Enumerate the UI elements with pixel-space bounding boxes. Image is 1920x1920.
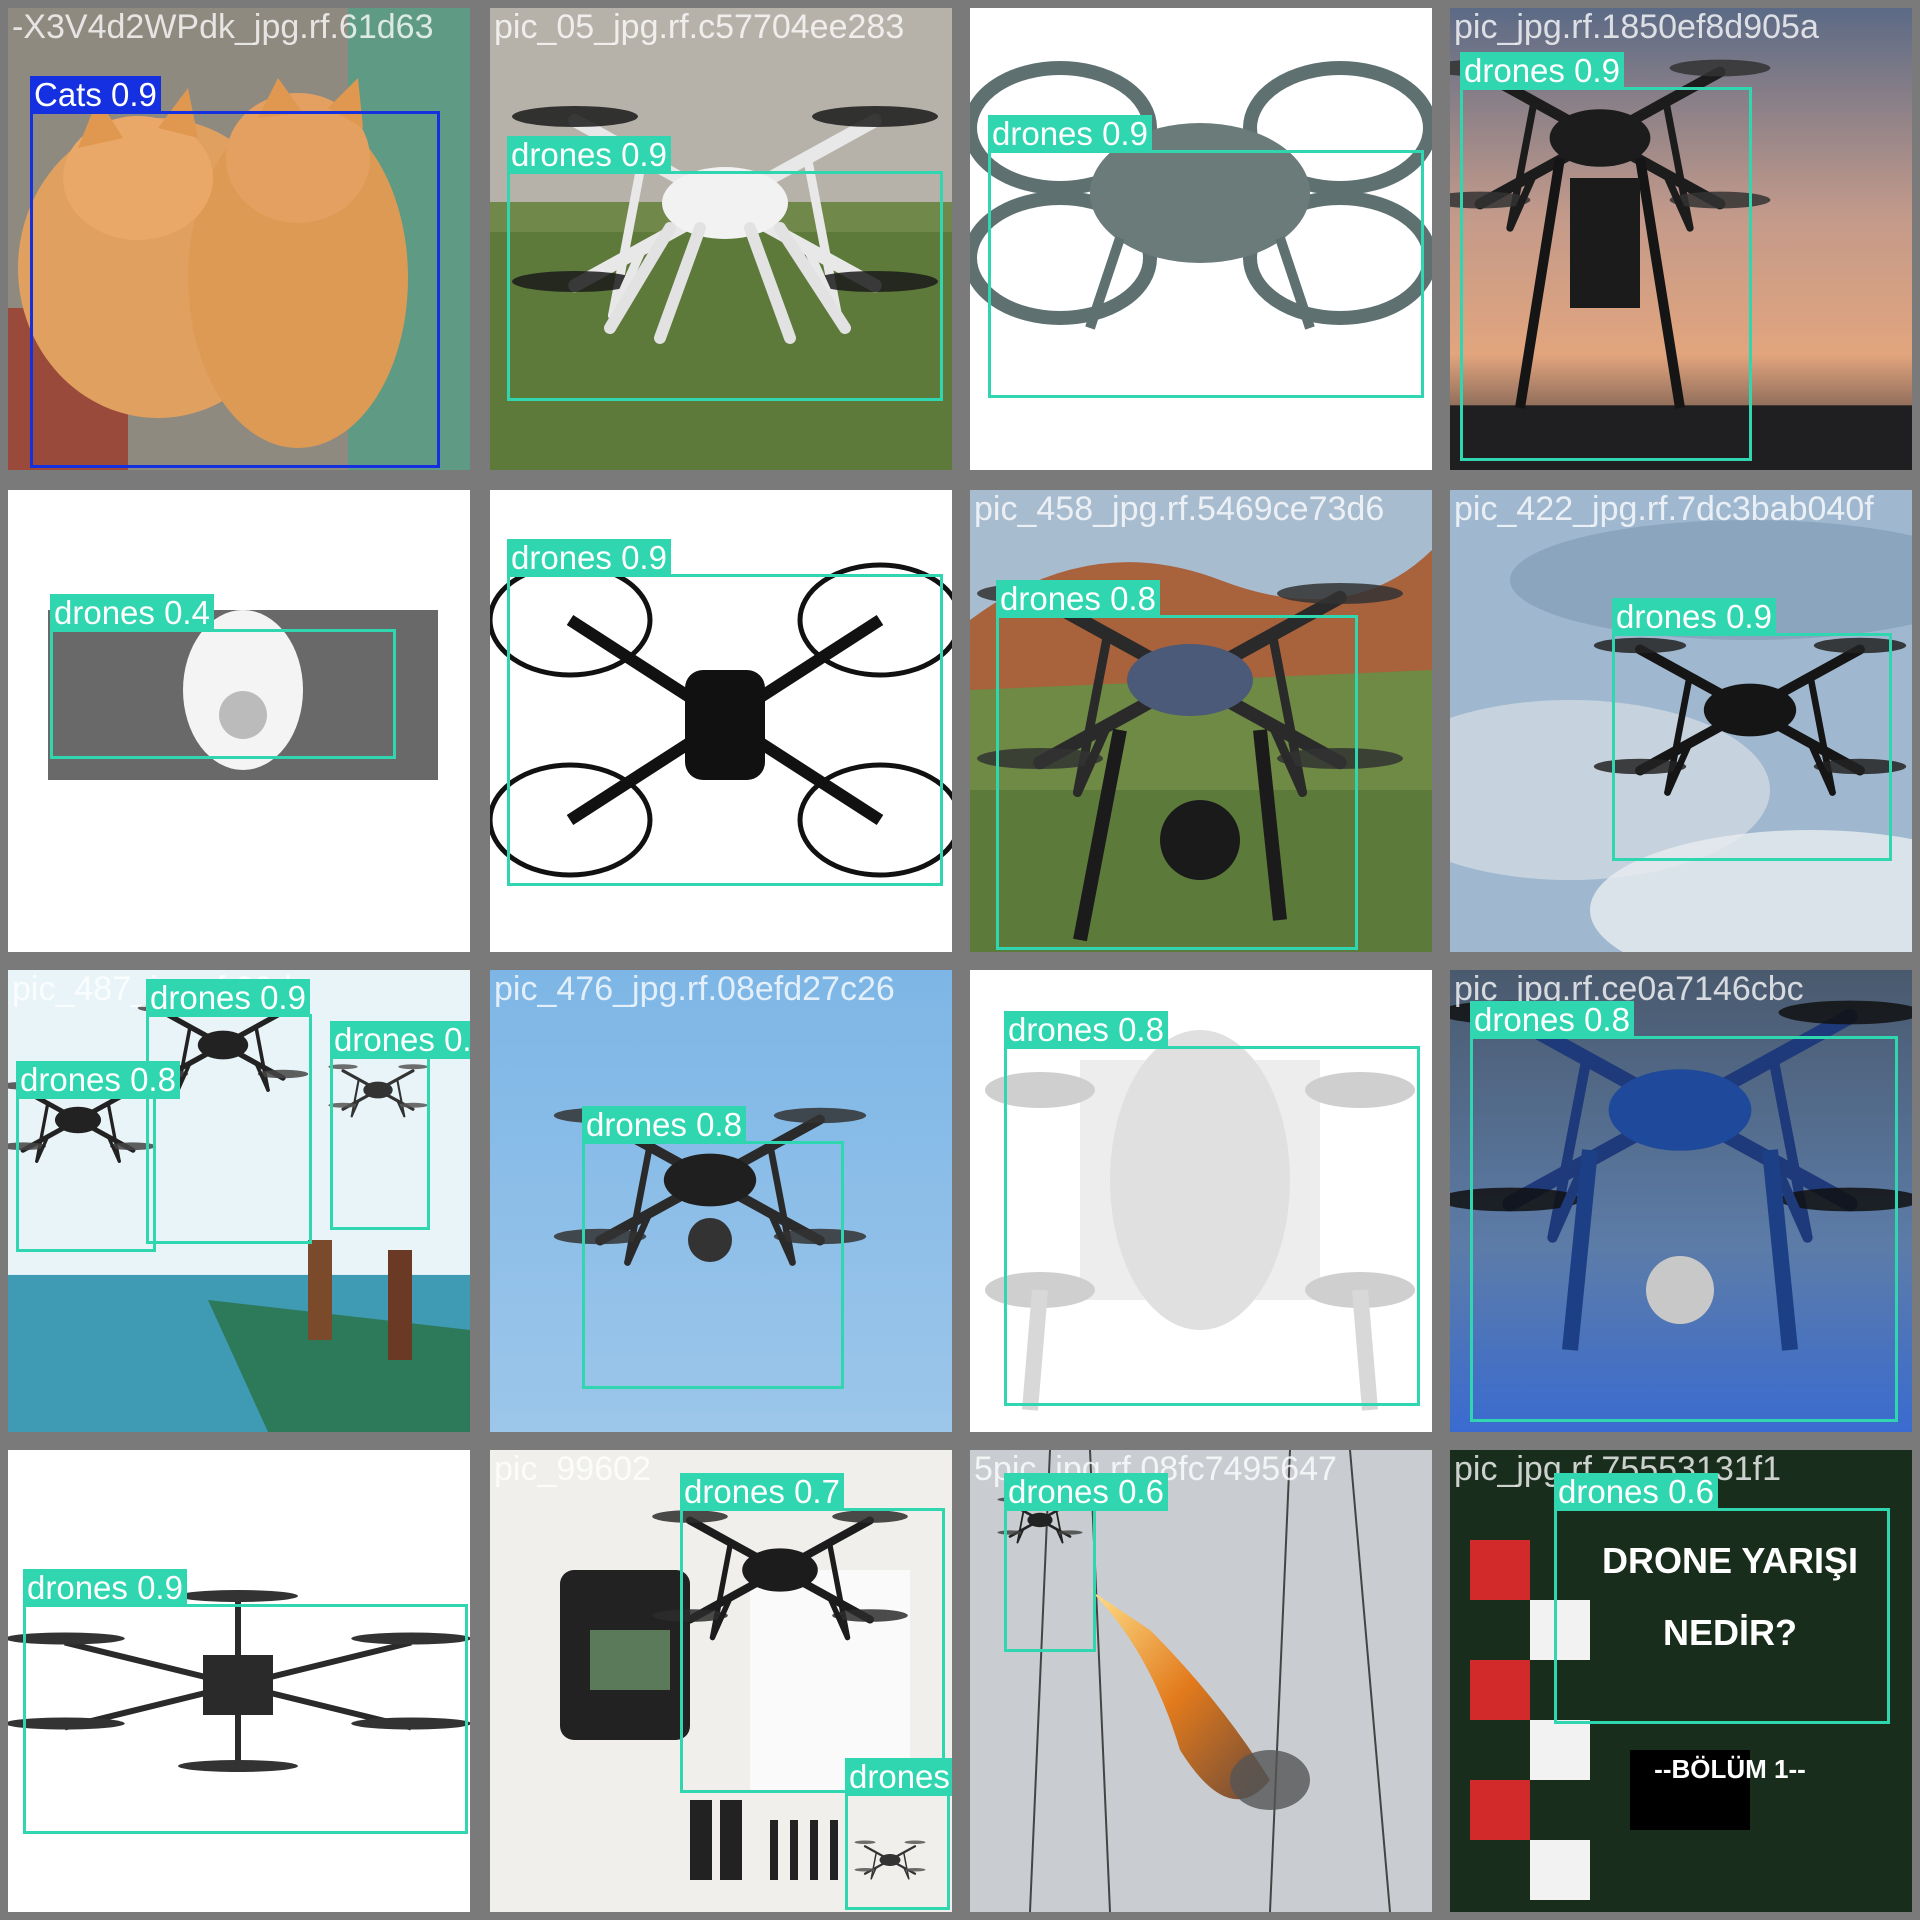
detection-box: drones 0.8	[16, 1061, 180, 1252]
tile: -X3V4d2WPdk_jpg.rf.61d63 Cats 0.9	[8, 8, 470, 470]
detection-label: Cats 0.9	[30, 76, 161, 114]
tile: 5pic_jpg.rf.08fc7495647 drones 0.6	[970, 1450, 1432, 1912]
detection-label: drones 0.7	[680, 1473, 844, 1511]
detection-label: drones 0.6	[1554, 1473, 1718, 1511]
detection-label: drones 0.9	[507, 539, 671, 577]
detection-label: drones 0.4	[50, 594, 214, 632]
detection-label: drones 0.9	[988, 115, 1152, 153]
detection-box: drones 0.9	[1612, 598, 1892, 861]
detection-box: drones 0.8	[1004, 1011, 1420, 1406]
detection-label: drones 0.9	[1460, 52, 1624, 90]
tile: pic_478a5fffa91e2782fa02 drones 0.9	[490, 490, 952, 952]
tile: pic_453_jpg.rf.c6986454a7 drones 0.9	[970, 8, 1432, 470]
detection-box: drones 0.6	[845, 1758, 952, 1910]
detection-label: drones 0.8	[1470, 1001, 1634, 1039]
tile: pic_jpg.rf.13187e650f6 drones 0.8	[970, 970, 1432, 1432]
tile: DRONE YARIŞI NEDİR? --BÖLÜM 1-- pic_jpg.rf.…	[1450, 1450, 1912, 1912]
detection-label: drones 0.9	[23, 1569, 187, 1607]
detection-label: drones 0.8	[16, 1061, 180, 1099]
tile: pic_99602drones 0.7drones 0.6	[490, 1450, 952, 1912]
tile: pic_484_jpg.rf.f3efb46525cb drones 0.9	[8, 1450, 470, 1912]
detection-box: drones 0.9	[507, 136, 943, 401]
detection-box: drones 0.6	[1004, 1473, 1168, 1652]
tile: pic_jpg.rf.1850ef8d905a drones 0.9	[1450, 8, 1912, 470]
detection-box: drones 0.8	[1470, 1001, 1898, 1422]
detection-label: drones 0.9	[1612, 598, 1776, 636]
detection-box: drones 0.9	[23, 1569, 468, 1834]
detection-box: drones 0.9	[988, 115, 1424, 398]
tile: pic_458_jpg.rf.5469ce73d6 drones 0.8	[970, 490, 1432, 952]
detection-box: drones 0.7	[680, 1473, 945, 1793]
detection-box: Cats 0.9	[30, 76, 440, 468]
detection-label: drones 0.9	[146, 979, 310, 1017]
detection-box: drones 0.9	[1460, 52, 1752, 461]
detection-label: drones 0.8	[996, 580, 1160, 618]
detection-label: drones 0.8	[1004, 1011, 1168, 1049]
tile: pic_487_jpg.rf.09ddrones 0.9drones 0.8dr…	[8, 970, 470, 1432]
detection-box: drones 0.8	[582, 1106, 844, 1389]
detection-box: drones 0.4	[50, 594, 396, 759]
detection-label: drones 0.8	[582, 1106, 746, 1144]
tile: pic_493_jpg.rf.71348a8512 drones 0.4	[8, 490, 470, 952]
poster-episode: --BÖLÜM 1--	[1654, 1754, 1806, 1784]
detection-grid: -X3V4d2WPdk_jpg.rf.61d63 Cats 0.9 pic_05_j…	[0, 0, 1920, 1920]
tile: pic_476_jpg.rf.08efd27c26 drones 0.8	[490, 970, 952, 1432]
detection-box: drones 0.9	[507, 539, 943, 886]
detection-label: drones 0.6	[1004, 1473, 1168, 1511]
detection-box: drones 0.8	[996, 580, 1358, 950]
detection-box: drones 0.8	[330, 1021, 470, 1230]
detection-box: drones 0.6	[1554, 1473, 1890, 1724]
detection-label: drones 0.8	[330, 1021, 470, 1059]
detection-label: drones 0.6	[845, 1758, 952, 1796]
tile: pic_05_jpg.rf.c57704ee283 drones 0.9	[490, 8, 952, 470]
detection-label: drones 0.9	[507, 136, 671, 174]
tile: pic_422_jpg.rf.7dc3bab040f drones 0.9	[1450, 490, 1912, 952]
tile: pic_jpg.rf.ce0a7146cbc drones 0.8	[1450, 970, 1912, 1432]
detection-box: drones 0.9	[146, 979, 312, 1244]
